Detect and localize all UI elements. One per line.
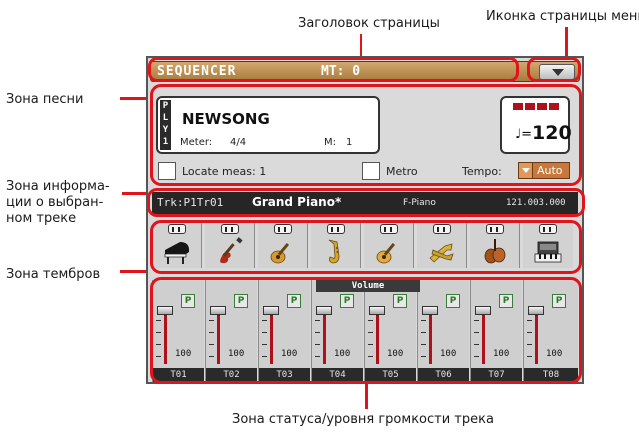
highlight-song-area bbox=[150, 84, 582, 186]
annotation-song-area: Зона песни bbox=[6, 92, 84, 107]
annotation-sounds-area: Зона тембров bbox=[6, 267, 101, 282]
callout-line-mixer bbox=[365, 383, 368, 409]
annotation-track-info-line-2: ции о выбран- bbox=[6, 195, 104, 210]
highlight-mixer-area bbox=[150, 277, 582, 384]
highlight-page-title bbox=[148, 57, 519, 82]
annotation-track-info-line-1: Зона информа- bbox=[6, 179, 110, 194]
highlight-menu-icon bbox=[527, 57, 581, 82]
annotation-track-info-line-3: ном треке bbox=[6, 211, 77, 226]
annotation-page-title: Заголовок страницы bbox=[298, 16, 440, 31]
highlight-sounds-area bbox=[150, 220, 582, 274]
annotation-mixer-area: Зона статуса/уровня громкости трека bbox=[232, 412, 494, 427]
highlight-track-info bbox=[147, 188, 585, 217]
annotation-menu-icon: Иконка страницы меню bbox=[486, 9, 639, 24]
